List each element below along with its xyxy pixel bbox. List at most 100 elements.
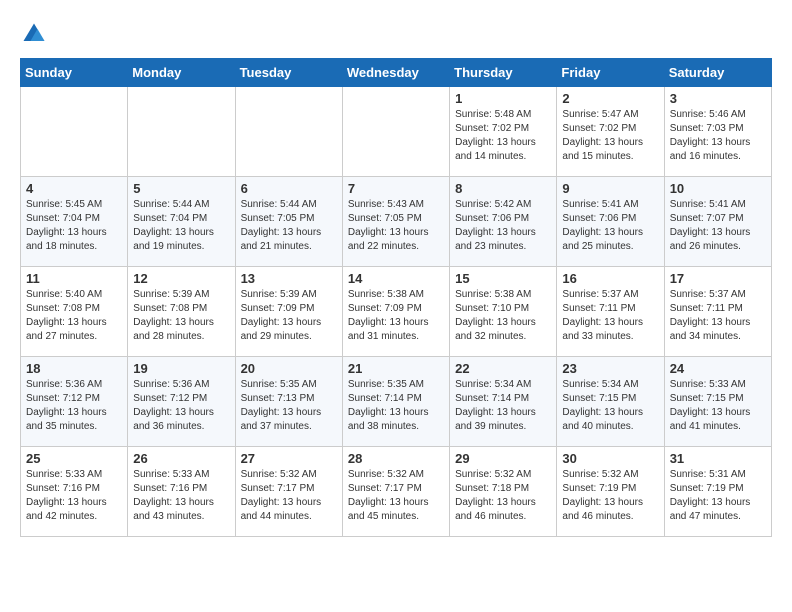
page-header <box>20 20 772 48</box>
logo-icon <box>20 20 48 48</box>
calendar-cell: 15 Sunrise: 5:38 AMSunset: 7:10 PMDayligh… <box>450 267 557 357</box>
calendar-cell <box>235 87 342 177</box>
calendar-cell: 1 Sunrise: 5:48 AMSunset: 7:02 PMDaylight… <box>450 87 557 177</box>
day-detail: Sunrise: 5:39 AMSunset: 7:09 PMDaylight:… <box>241 288 337 344</box>
day-detail: Sunrise: 5:35 AMSunset: 7:13 PMDaylight:… <box>241 378 337 434</box>
calendar-cell: 8 Sunrise: 5:42 AMSunset: 7:06 PMDaylight… <box>450 177 557 267</box>
calendar-cell: 12 Sunrise: 5:39 AMSunset: 7:08 PMDayligh… <box>128 267 235 357</box>
calendar-cell: 3 Sunrise: 5:46 AMSunset: 7:03 PMDaylight… <box>664 87 771 177</box>
day-number: 31 <box>670 451 766 466</box>
day-number: 20 <box>241 361 337 376</box>
day-number: 26 <box>133 451 229 466</box>
day-number: 11 <box>26 271 122 286</box>
day-detail: Sunrise: 5:32 AMSunset: 7:18 PMDaylight:… <box>455 468 551 524</box>
day-detail: Sunrise: 5:41 AMSunset: 7:07 PMDaylight:… <box>670 198 766 254</box>
week-row-4: 18 Sunrise: 5:36 AMSunset: 7:12 PMDayligh… <box>21 357 772 447</box>
day-number: 16 <box>562 271 658 286</box>
day-detail: Sunrise: 5:46 AMSunset: 7:03 PMDaylight:… <box>670 108 766 164</box>
day-number: 29 <box>455 451 551 466</box>
day-detail: Sunrise: 5:43 AMSunset: 7:05 PMDaylight:… <box>348 198 444 254</box>
calendar-cell: 28Sunrise: 5:32 AMSunset: 7:17 PMDayligh… <box>342 447 449 537</box>
day-detail: Sunrise: 5:33 AMSunset: 7:16 PMDaylight:… <box>133 468 229 524</box>
day-number: 18 <box>26 361 122 376</box>
calendar-cell: 5Sunrise: 5:44 AMSunset: 7:04 PMDaylight… <box>128 177 235 267</box>
day-detail: Sunrise: 5:36 AMSunset: 7:12 PMDaylight:… <box>133 378 229 434</box>
day-number: 19 <box>133 361 229 376</box>
weekday-header-wednesday: Wednesday <box>342 59 449 87</box>
weekday-header-monday: Monday <box>128 59 235 87</box>
day-detail: Sunrise: 5:33 AMSunset: 7:15 PMDaylight:… <box>670 378 766 434</box>
calendar-cell <box>128 87 235 177</box>
day-detail: Sunrise: 5:48 AMSunset: 7:02 PMDaylight:… <box>455 108 551 164</box>
calendar-cell: 17 Sunrise: 5:37 AMSunset: 7:11 PMDayligh… <box>664 267 771 357</box>
day-detail: Sunrise: 5:41 AMSunset: 7:06 PMDaylight:… <box>562 198 658 254</box>
day-number: 8 <box>455 181 551 196</box>
day-detail: Sunrise: 5:40 AMSunset: 7:08 PMDaylight:… <box>26 288 122 344</box>
day-number: 27 <box>241 451 337 466</box>
day-detail: Sunrise: 5:37 AMSunset: 7:11 PMDaylight:… <box>670 288 766 344</box>
day-number: 6 <box>241 181 337 196</box>
day-number: 4 <box>26 181 122 196</box>
calendar-cell: 19 Sunrise: 5:36 AMSunset: 7:12 PMDayligh… <box>128 357 235 447</box>
day-detail: Sunrise: 5:38 AMSunset: 7:10 PMDaylight:… <box>455 288 551 344</box>
day-detail: Sunrise: 5:38 AMSunset: 7:09 PMDaylight:… <box>348 288 444 344</box>
calendar-cell: 24 Sunrise: 5:33 AMSunset: 7:15 PMDayligh… <box>664 357 771 447</box>
day-number: 2 <box>562 91 658 106</box>
day-number: 12 <box>133 271 229 286</box>
calendar-cell: 16 Sunrise: 5:37 AMSunset: 7:11 PMDayligh… <box>557 267 664 357</box>
calendar-cell: 29 Sunrise: 5:32 AMSunset: 7:18 PMDayligh… <box>450 447 557 537</box>
day-number: 13 <box>241 271 337 286</box>
calendar-cell: 26 Sunrise: 5:33 AMSunset: 7:16 PMDayligh… <box>128 447 235 537</box>
day-number: 7 <box>348 181 444 196</box>
day-number: 21 <box>348 361 444 376</box>
day-number: 25 <box>26 451 122 466</box>
day-number: 22 <box>455 361 551 376</box>
calendar-cell: 11 Sunrise: 5:40 AMSunset: 7:08 PMDayligh… <box>21 267 128 357</box>
day-number: 23 <box>562 361 658 376</box>
day-number: 1 <box>455 91 551 106</box>
weekday-header-thursday: Thursday <box>450 59 557 87</box>
calendar-cell <box>342 87 449 177</box>
day-detail: Sunrise: 5:32 AMSunset: 7:17 PMDaylight:… <box>241 468 337 524</box>
calendar-cell: 30 Sunrise: 5:32 AMSunset: 7:19 PMDayligh… <box>557 447 664 537</box>
calendar-cell: 13 Sunrise: 5:39 AMSunset: 7:09 PMDayligh… <box>235 267 342 357</box>
calendar-cell: 23 Sunrise: 5:34 AMSunset: 7:15 PMDayligh… <box>557 357 664 447</box>
calendar-cell: 9Sunrise: 5:41 AMSunset: 7:06 PMDaylight… <box>557 177 664 267</box>
day-detail: Sunrise: 5:36 AMSunset: 7:12 PMDaylight:… <box>26 378 122 434</box>
day-number: 28 <box>348 451 444 466</box>
weekday-header-tuesday: Tuesday <box>235 59 342 87</box>
day-detail: Sunrise: 5:44 AMSunset: 7:05 PMDaylight:… <box>241 198 337 254</box>
logo <box>20 20 52 48</box>
weekday-header-sunday: Sunday <box>21 59 128 87</box>
day-number: 3 <box>670 91 766 106</box>
day-number: 14 <box>348 271 444 286</box>
day-detail: Sunrise: 5:39 AMSunset: 7:08 PMDaylight:… <box>133 288 229 344</box>
day-detail: Sunrise: 5:42 AMSunset: 7:06 PMDaylight:… <box>455 198 551 254</box>
day-detail: Sunrise: 5:31 AMSunset: 7:19 PMDaylight:… <box>670 468 766 524</box>
day-number: 15 <box>455 271 551 286</box>
week-row-5: 25 Sunrise: 5:33 AMSunset: 7:16 PMDayligh… <box>21 447 772 537</box>
calendar-cell: 2 Sunrise: 5:47 AMSunset: 7:02 PMDaylight… <box>557 87 664 177</box>
day-detail: Sunrise: 5:47 AMSunset: 7:02 PMDaylight:… <box>562 108 658 164</box>
calendar-cell: 14 Sunrise: 5:38 AMSunset: 7:09 PMDayligh… <box>342 267 449 357</box>
weekday-header-row: SundayMondayTuesdayWednesdayThursdayFrid… <box>21 59 772 87</box>
calendar-cell: 10Sunrise: 5:41 AMSunset: 7:07 PMDayligh… <box>664 177 771 267</box>
calendar-cell <box>21 87 128 177</box>
day-detail: Sunrise: 5:32 AMSunset: 7:19 PMDaylight:… <box>562 468 658 524</box>
calendar-cell: 22Sunrise: 5:34 AMSunset: 7:14 PMDayligh… <box>450 357 557 447</box>
calendar-cell: 20 Sunrise: 5:35 AMSunset: 7:13 PMDayligh… <box>235 357 342 447</box>
day-number: 17 <box>670 271 766 286</box>
day-detail: Sunrise: 5:37 AMSunset: 7:11 PMDaylight:… <box>562 288 658 344</box>
day-number: 30 <box>562 451 658 466</box>
day-number: 24 <box>670 361 766 376</box>
calendar-cell: 27 Sunrise: 5:32 AMSunset: 7:17 PMDayligh… <box>235 447 342 537</box>
day-detail: Sunrise: 5:34 AMSunset: 7:15 PMDaylight:… <box>562 378 658 434</box>
day-number: 5 <box>133 181 229 196</box>
week-row-1: 1 Sunrise: 5:48 AMSunset: 7:02 PMDaylight… <box>21 87 772 177</box>
calendar-cell: 6 Sunrise: 5:44 AMSunset: 7:05 PMDaylight… <box>235 177 342 267</box>
day-detail: Sunrise: 5:35 AMSunset: 7:14 PMDaylight:… <box>348 378 444 434</box>
day-detail: Sunrise: 5:33 AMSunset: 7:16 PMDaylight:… <box>26 468 122 524</box>
calendar-table: SundayMondayTuesdayWednesdayThursdayFrid… <box>20 58 772 537</box>
calendar-cell: 25 Sunrise: 5:33 AMSunset: 7:16 PMDayligh… <box>21 447 128 537</box>
calendar-cell: 21 Sunrise: 5:35 AMSunset: 7:14 PMDayligh… <box>342 357 449 447</box>
